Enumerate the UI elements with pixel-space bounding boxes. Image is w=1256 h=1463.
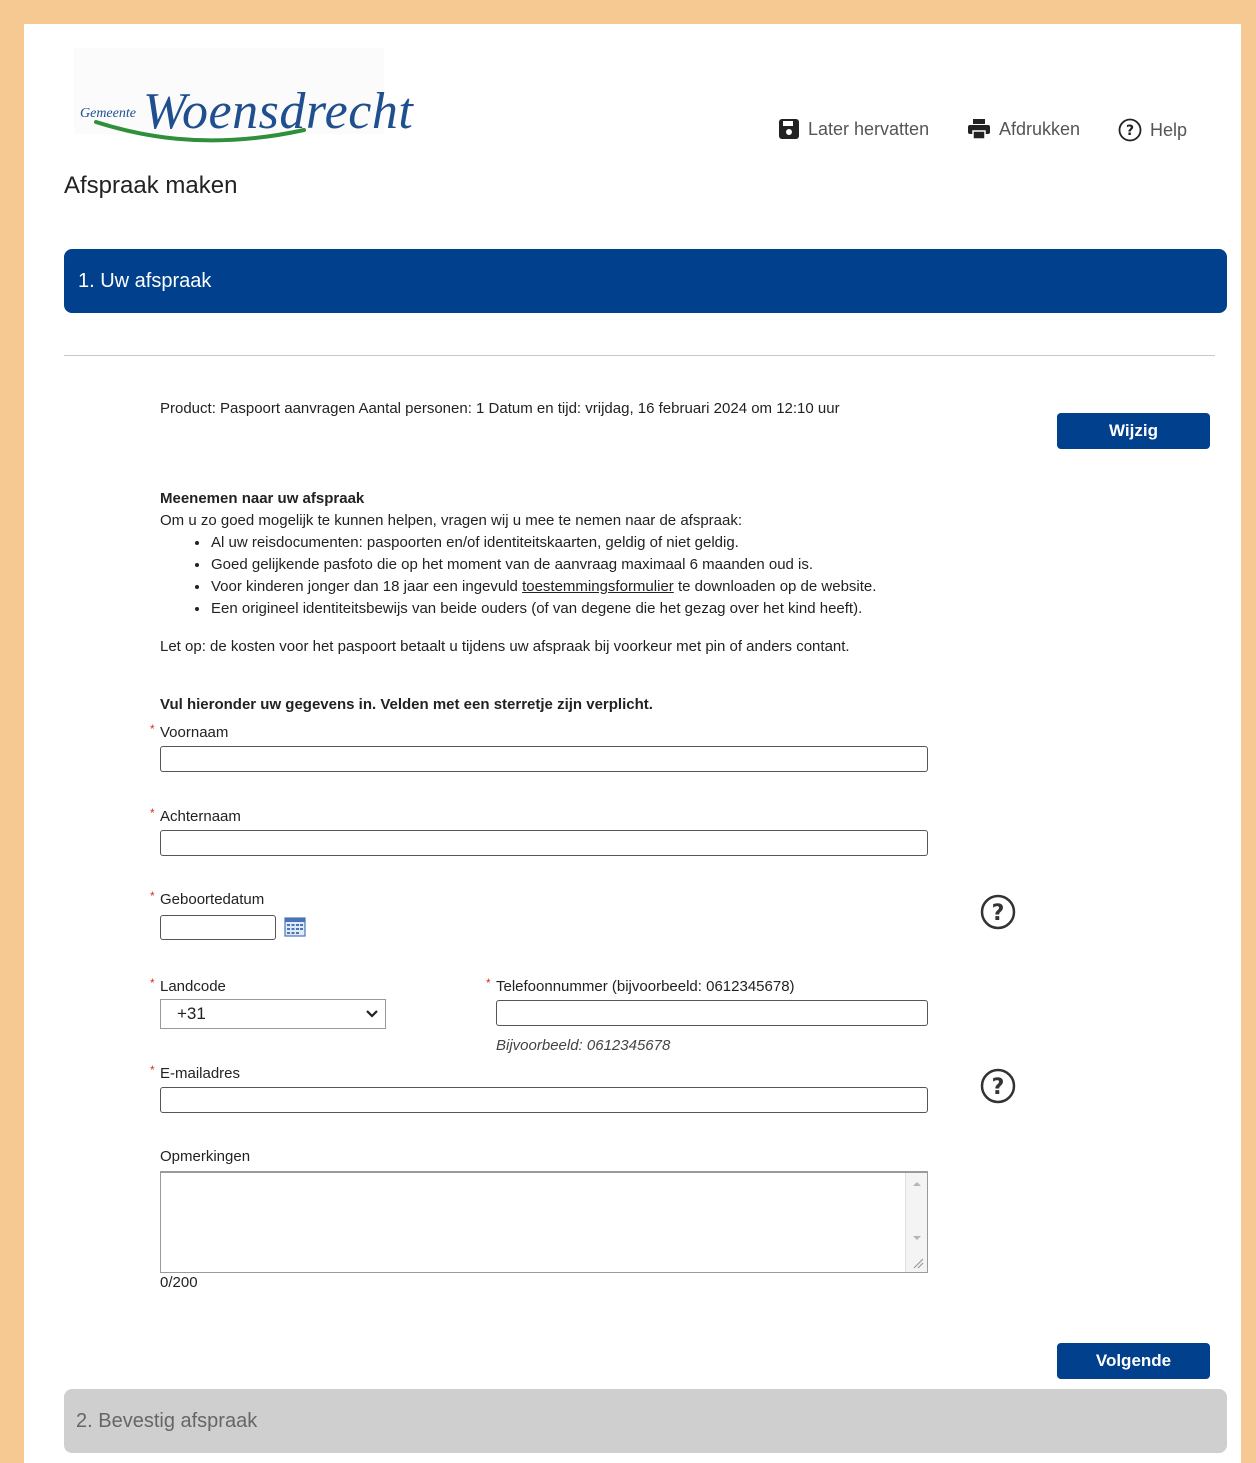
afdrukken-button[interactable]: Afdrukken [967,118,1080,140]
svg-text:?: ? [1126,123,1134,139]
required-asterisk: * [150,889,155,903]
achternaam-input[interactable] [160,830,928,856]
character-counter: 0/200 [160,1274,198,1291]
bring-intro: Om u zo goed mogelijk te kunnen helpen, … [160,512,743,529]
required-asterisk: * [486,976,491,990]
form-instructions: Vul hieronder uw gegevens in. Velden met… [160,696,653,713]
landcode-select[interactable]: +31 [160,999,386,1029]
chevron-down-icon [366,1010,378,1018]
help-label: Help [1150,119,1188,140]
save-icon [779,119,799,139]
step-2-title: 2. Bevestig afspraak [76,1409,258,1432]
toestemmingsformulier-link[interactable]: toestemmingsformulier [522,578,674,595]
page-title: Afspraak maken [64,172,238,199]
wijzig-button[interactable]: Wijzig [1057,413,1210,449]
svg-text:?: ? [992,1075,1005,1100]
volgende-button[interactable]: Volgende [1057,1343,1210,1379]
later-hervatten-label: Later hervatten [808,118,930,139]
required-asterisk: * [150,806,155,820]
afdrukken-label: Afdrukken [999,118,1081,139]
svg-text:?: ? [992,901,1005,926]
landcode-label: * Landcode [150,976,226,995]
telefoonnummer-hint: Bijvoorbeeld: 0612345678 [496,1037,671,1054]
landcode-label-text: Landcode [160,978,226,995]
list-item: Al uw reisdocumenten: paspoorten en/of i… [210,532,1120,554]
step-1-title: 1. Uw afspraak [78,269,212,292]
opmerkingen-label: Opmerkingen [160,1148,251,1165]
resize-handle-icon[interactable] [912,1257,924,1269]
textarea-scrollbar[interactable] [905,1173,927,1272]
geboortedatum-help-icon[interactable]: ? [980,894,1016,930]
achternaam-label: * Achternaam [150,806,241,825]
scroll-down-icon[interactable] [912,1235,922,1241]
municipality-logo[interactable]: Gemeente Woensdrecht [74,48,413,143]
list-item: Voor kinderen jonger dan 18 jaar een ing… [210,576,1120,598]
printer-icon [968,119,990,140]
help-button[interactable]: ? Help [1118,118,1187,142]
voornaam-label-text: Voornaam [160,724,229,741]
required-asterisk: * [150,722,155,736]
list-item-text: Voor kinderen jonger dan 18 jaar een ing… [211,578,523,595]
list-item: Goed gelijkende pasfoto die op het momen… [210,554,1120,576]
email-label-text: E-mailadres [160,1065,241,1082]
voornaam-input[interactable] [160,746,928,772]
step-2-header[interactable]: 2. Bevestig afspraak [64,1389,1227,1453]
opmerkingen-textarea[interactable] [160,1171,928,1273]
question-circle-icon: ? [1118,118,1142,142]
required-asterisk: * [150,976,155,990]
geboortedatum-label-text: Geboortedatum [160,891,265,908]
later-hervatten-button[interactable]: Later hervatten [778,118,929,140]
calendar-icon[interactable] [284,917,306,937]
divider [64,355,1215,356]
telefoonnummer-label-text: Telefoonnummer (bijvoorbeeld: 0612345678… [496,978,795,995]
geboortedatum-label: * Geboortedatum [150,889,265,908]
step-1-header[interactable]: 1. Uw afspraak [64,249,1227,313]
list-item-text: te downloaden op de website. [673,578,877,595]
geboortedatum-input[interactable] [160,915,276,940]
telefoonnummer-label: * Telefoonnummer (bijvoorbeeld: 06123456… [486,976,795,995]
telefoonnummer-input[interactable] [496,1000,928,1026]
achternaam-label-text: Achternaam [160,808,241,825]
payment-note: Let op: de kosten voor het paspoort beta… [160,638,850,655]
voornaam-label: * Voornaam [150,722,229,741]
bring-heading: Meenemen naar uw afspraak [160,490,365,507]
landcode-value: +31 [177,1004,206,1023]
email-help-icon[interactable]: ? [980,1068,1016,1104]
scroll-up-icon[interactable] [912,1181,922,1187]
list-item: Een origineel identiteitsbewijs van beid… [210,598,1120,620]
appointment-summary: Product: Paspoort aanvragen Aantal perso… [160,400,840,417]
logo-swoosh [94,120,306,143]
email-label: * E-mailadres [150,1063,241,1082]
bring-list: Al uw reisdocumenten: paspoorten en/of i… [160,532,1120,620]
required-asterisk: * [150,1063,155,1077]
page-frame: Gemeente Woensdrecht Later hervatten Afd… [24,24,1241,1463]
email-input[interactable] [160,1087,928,1113]
